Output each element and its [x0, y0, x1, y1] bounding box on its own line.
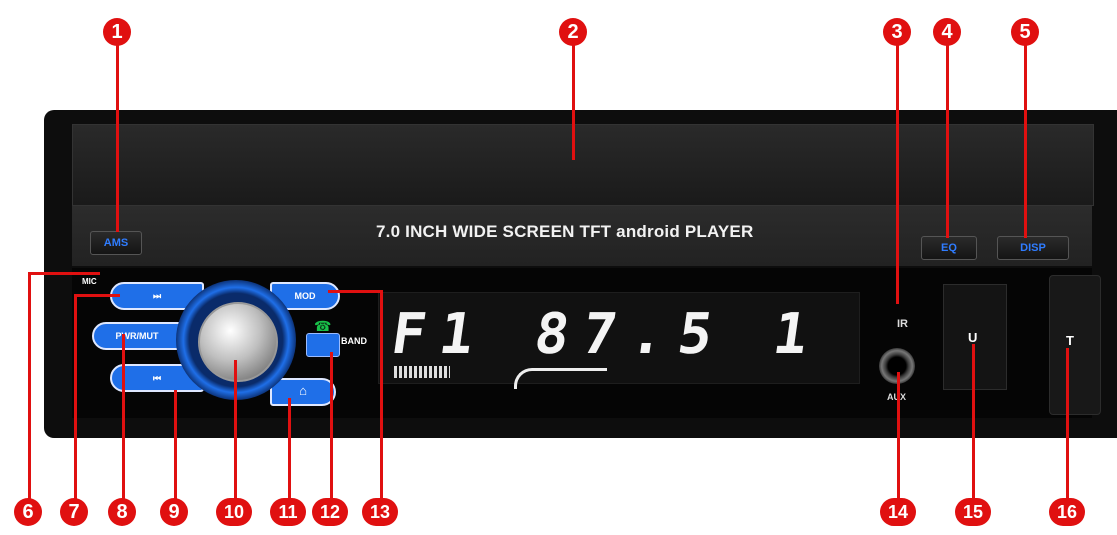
callout-9: 9: [160, 498, 188, 526]
leader-5: [1024, 32, 1027, 238]
ir-label: IR: [897, 318, 908, 330]
callout-15: 15: [955, 498, 991, 526]
power-mute-button[interactable]: PWR/MUT: [92, 322, 182, 350]
leader-3: [896, 32, 899, 304]
leader-11: [288, 398, 291, 512]
lcd-signal-curve: [514, 368, 607, 389]
leader-4: [946, 32, 949, 238]
callout-16: 16: [1049, 498, 1085, 526]
leader-6-h: [28, 272, 100, 275]
band-button[interactable]: [306, 333, 340, 357]
ams-button[interactable]: AMS: [90, 231, 142, 255]
leader-8: [122, 334, 125, 512]
callout-4: 4: [933, 18, 961, 46]
band-label: BAND: [341, 336, 367, 346]
leader-1: [116, 32, 119, 232]
leader-9: [174, 390, 177, 512]
callout-7: 7: [60, 498, 88, 526]
leader-10: [234, 360, 237, 512]
mic-label: MIC: [82, 277, 97, 286]
leader-13: [380, 290, 383, 512]
leader-12: [330, 352, 333, 512]
tf-card-slot[interactable]: [1049, 275, 1101, 415]
home-button[interactable]: ⌂: [270, 378, 336, 406]
flip-screen-panel: [72, 124, 1094, 206]
leader-7: [74, 294, 77, 512]
leader-14: [897, 372, 900, 512]
leader-15: [972, 344, 975, 512]
callout-8: 8: [108, 498, 136, 526]
callout-14: 14: [880, 498, 916, 526]
leader-16: [1066, 348, 1069, 512]
callout-10: 10: [216, 498, 252, 526]
leader-7-h: [74, 294, 120, 297]
disp-button[interactable]: DISP: [997, 236, 1069, 260]
volume-knob[interactable]: [198, 302, 278, 382]
leader-2: [572, 32, 575, 160]
callout-6: 6: [14, 498, 42, 526]
callout-11: 11: [270, 498, 306, 526]
callout-13: 13: [362, 498, 398, 526]
callout-2: 2: [559, 18, 587, 46]
callout-12: 12: [312, 498, 348, 526]
callout-1: 1: [103, 18, 131, 46]
leader-13-h: [328, 290, 382, 293]
usb-label: U: [968, 330, 978, 345]
eq-button[interactable]: EQ: [921, 236, 977, 260]
callout-5: 5: [1011, 18, 1039, 46]
lcd-level-bars: [394, 366, 450, 378]
device-title: 7.0 INCH WIDE SCREEN TFT android PLAYER: [376, 222, 754, 241]
leader-6: [28, 272, 31, 512]
tf-label: T: [1066, 333, 1074, 348]
lcd-readout: F1 87.5 1: [387, 302, 827, 367]
callout-3: 3: [883, 18, 911, 46]
